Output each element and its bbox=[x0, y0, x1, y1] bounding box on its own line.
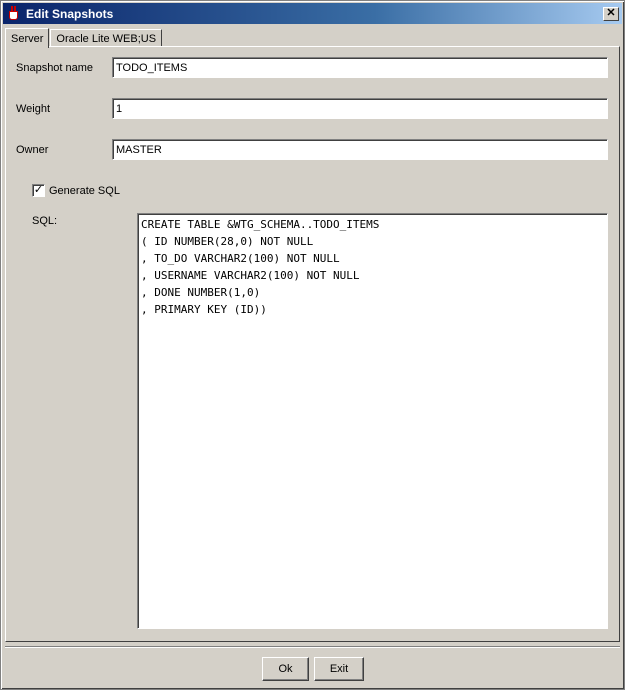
close-button[interactable]: ✕ bbox=[603, 6, 619, 21]
owner-field[interactable] bbox=[112, 139, 608, 160]
generate-sql-option[interactable]: ✓ Generate SQL bbox=[32, 184, 120, 197]
java-cup-icon bbox=[6, 5, 22, 22]
ok-button[interactable]: Ok bbox=[262, 657, 309, 681]
tab-strip: Server Oracle Lite WEB;US bbox=[5, 27, 163, 48]
snapshot-name-field[interactable] bbox=[112, 57, 608, 78]
generate-sql-label: Generate SQL bbox=[49, 184, 120, 197]
sql-label: SQL: bbox=[32, 215, 58, 227]
generate-sql-checkbox[interactable]: ✓ bbox=[32, 184, 45, 197]
edit-snapshots-dialog: Edit Snapshots ✕ Server Oracle Lite WEB;… bbox=[0, 0, 625, 690]
sql-textarea[interactable]: CREATE TABLE &WTG_SCHEMA..TODO_ITEMS ( I… bbox=[137, 213, 608, 629]
weight-label: Weight bbox=[16, 103, 51, 115]
window-title: Edit Snapshots bbox=[26, 6, 114, 21]
checkmark-icon: ✓ bbox=[33, 184, 44, 196]
weight-field[interactable] bbox=[112, 98, 608, 119]
tab-oracle-lite-web-us[interactable]: Oracle Lite WEB;US bbox=[50, 29, 163, 47]
close-icon: ✕ bbox=[606, 7, 616, 19]
title-bar[interactable]: Edit Snapshots ✕ bbox=[3, 3, 622, 24]
tab-server[interactable]: Server bbox=[5, 28, 50, 48]
owner-label: Owner bbox=[16, 144, 49, 156]
snapshot-name-label: Snapshot name bbox=[16, 62, 94, 74]
exit-button[interactable]: Exit bbox=[314, 657, 364, 681]
separator bbox=[5, 646, 620, 648]
